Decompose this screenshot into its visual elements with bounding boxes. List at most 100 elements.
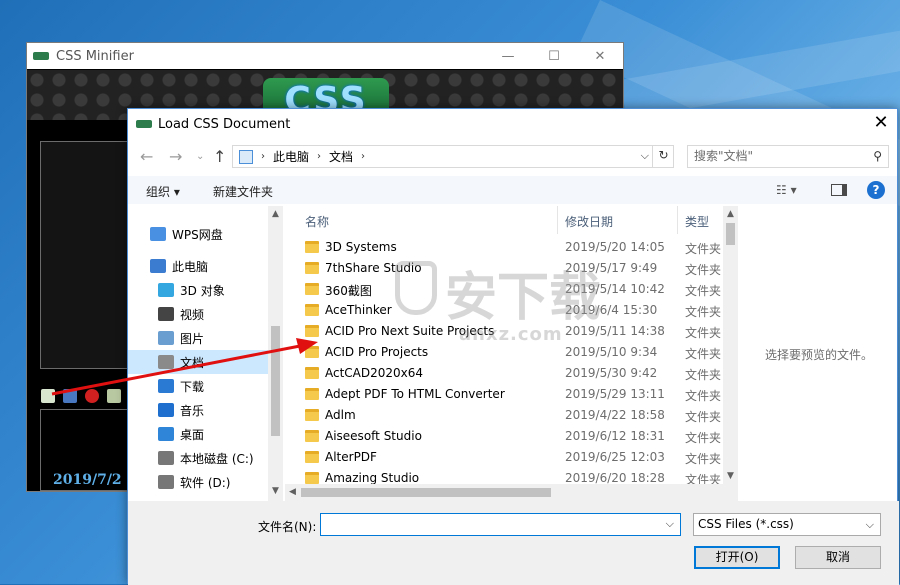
file-row[interactable]: ACID Pro Projects 2019/5/10 9:34 文件夹 xyxy=(285,342,723,363)
cancel-button[interactable]: 取消 xyxy=(795,546,881,569)
folder-icon xyxy=(305,472,319,484)
nav-item[interactable]: 3D 对象 xyxy=(128,278,268,302)
sort-ascending-icon: ^ xyxy=(425,206,434,213)
folder-icon xyxy=(305,241,319,253)
file-type: 文件夹 xyxy=(685,263,722,277)
file-date: 2019/4/22 18:58 xyxy=(565,408,665,422)
nav-item-label: 下载 xyxy=(180,379,205,394)
file-type: 文件夹 xyxy=(685,284,722,298)
search-input[interactable]: 搜索"文档" ⚲ xyxy=(687,145,889,168)
file-date: 2019/5/29 13:11 xyxy=(565,387,665,401)
nav-item[interactable]: 音乐 xyxy=(128,398,268,422)
nav-item[interactable]: 软件 (D:) xyxy=(128,470,268,494)
new-folder-button[interactable]: 新建文件夹 xyxy=(213,183,273,200)
minimize-icon[interactable]: — xyxy=(485,49,531,64)
search-icon[interactable]: ⚲ xyxy=(873,146,882,167)
file-type: 文件夹 xyxy=(685,347,722,361)
forward-arrow-icon[interactable]: → xyxy=(169,147,182,166)
address-bar[interactable]: › 此电脑 › 文档 › ⌵ ↻ xyxy=(232,145,674,168)
file-row[interactable]: 3D Systems 2019/5/20 14:05 文件夹 xyxy=(285,237,723,258)
save-icon[interactable] xyxy=(63,389,77,403)
organize-button[interactable]: 组织 ▾ xyxy=(146,183,180,200)
file-row[interactable]: Adlm 2019/4/22 18:58 文件夹 xyxy=(285,405,723,426)
back-arrow-icon[interactable]: ← xyxy=(140,147,153,166)
file-row[interactable]: AlterPDF 2019/6/25 12:03 文件夹 xyxy=(285,447,723,468)
file-row[interactable]: AceThinker 2019/6/4 15:30 文件夹 xyxy=(285,300,723,321)
file-list-scrollbar[interactable]: ▲ ▼ xyxy=(723,206,738,484)
help-icon[interactable]: ? xyxy=(867,181,885,199)
open-button[interactable]: 打开(O) xyxy=(694,546,780,569)
file-type: 文件夹 xyxy=(685,242,722,256)
dialog-close-icon[interactable]: ✕ xyxy=(871,113,891,133)
recent-chevron-icon[interactable]: ⌄ xyxy=(196,151,204,162)
file-date: 2019/5/20 14:05 xyxy=(565,240,665,254)
file-type: 文件夹 xyxy=(685,431,722,445)
column-date[interactable]: 修改日期 xyxy=(565,213,613,230)
nav-item[interactable]: 此电脑 xyxy=(128,254,268,278)
file-type: 文件夹 xyxy=(685,305,722,319)
export-icon[interactable] xyxy=(107,389,121,403)
file-row[interactable]: ActCAD2020x64 2019/5/30 9:42 文件夹 xyxy=(285,363,723,384)
column-divider[interactable] xyxy=(677,206,678,234)
address-dropdown-icon[interactable]: ⌵ xyxy=(641,149,649,163)
preview-pane-icon[interactable] xyxy=(831,184,847,196)
nav-scroll-thumb[interactable] xyxy=(271,326,280,436)
nav-item[interactable]: 桌面 xyxy=(128,422,268,446)
breadcrumb-documents[interactable]: 文档 xyxy=(329,148,353,165)
dialog-title: Load CSS Document xyxy=(158,116,291,132)
nav-item-label: 软件 (D:) xyxy=(180,475,231,490)
file-date: 2019/6/20 18:28 xyxy=(565,471,665,485)
breadcrumb-separator-icon[interactable]: › xyxy=(261,151,265,162)
column-name[interactable]: 名称 xyxy=(305,213,329,230)
file-type: 文件夹 xyxy=(685,326,722,340)
app-toolbar xyxy=(41,389,121,403)
scroll-down-icon[interactable]: ▼ xyxy=(727,471,734,481)
music-icon xyxy=(158,403,174,417)
nav-item[interactable]: 下载 xyxy=(128,374,268,398)
scroll-up-icon[interactable]: ▲ xyxy=(272,209,279,219)
refresh-icon[interactable]: ↻ xyxy=(652,145,674,168)
file-type-value: CSS Files (*.css) xyxy=(698,517,794,531)
breadcrumb-separator-icon[interactable]: › xyxy=(317,151,321,162)
breadcrumb-separator-icon[interactable]: › xyxy=(361,151,365,162)
file-type-select[interactable]: CSS Files (*.css) ⌵ xyxy=(693,513,881,536)
maximize-icon[interactable]: ☐ xyxy=(531,49,577,64)
file-name: 3D Systems xyxy=(325,240,397,254)
breadcrumb-this-pc[interactable]: 此电脑 xyxy=(273,148,309,165)
scroll-left-icon[interactable]: ◀ xyxy=(289,487,296,497)
folder-icon xyxy=(305,388,319,400)
horizontal-scrollbar[interactable]: ◀ xyxy=(285,484,738,501)
file-row[interactable]: 360截图 2019/5/14 10:42 文件夹 xyxy=(285,279,723,300)
file-row[interactable]: Aiseesoft Studio 2019/6/12 18:31 文件夹 xyxy=(285,426,723,447)
view-options-icon[interactable]: ☷ ▾ xyxy=(776,183,797,197)
up-arrow-icon[interactable]: ↑ xyxy=(213,147,226,166)
delete-icon[interactable] xyxy=(85,389,99,403)
filename-input[interactable]: ⌵ xyxy=(320,513,681,536)
input-panel xyxy=(40,141,130,369)
file-type-dropdown-icon[interactable]: ⌵ xyxy=(866,514,874,535)
file-scroll-thumb[interactable] xyxy=(726,223,735,245)
file-row[interactable]: Adept PDF To HTML Converter 2019/5/29 13:… xyxy=(285,384,723,405)
column-divider[interactable] xyxy=(557,206,558,234)
scroll-up-icon[interactable]: ▲ xyxy=(727,209,734,219)
nav-item[interactable]: 视频 xyxy=(128,302,268,326)
filename-dropdown-icon[interactable]: ⌵ xyxy=(666,517,674,531)
nav-item[interactable]: WPS网盘 xyxy=(128,222,268,246)
nav-item[interactable]: 图片 xyxy=(128,326,268,350)
open-file-icon[interactable] xyxy=(41,389,55,403)
scroll-down-icon[interactable]: ▼ xyxy=(272,486,279,496)
file-date: 2019/5/10 9:34 xyxy=(565,345,658,359)
app-titlebar: CSS Minifier — ☐ ✕ xyxy=(27,43,623,69)
file-name: ActCAD2020x64 xyxy=(325,366,424,380)
nav-scrollbar[interactable]: ▲ ▼ xyxy=(268,206,283,501)
column-type[interactable]: 类型 xyxy=(685,213,709,230)
horizontal-scroll-thumb[interactable] xyxy=(301,488,551,497)
nav-item[interactable]: 文档 xyxy=(128,350,268,374)
file-row[interactable]: ACID Pro Next Suite Projects 2019/5/11 14… xyxy=(285,321,723,342)
file-row[interactable]: 7thShare Studio 2019/5/17 9:49 文件夹 xyxy=(285,258,723,279)
folder-icon xyxy=(305,283,319,295)
navigation-pane: WPS网盘此电脑 3D 对象 视频 图片 文档下载音乐 桌面 本地磁盘 (C:) 软件 (D:… xyxy=(128,206,283,501)
nav-item[interactable]: 本地磁盘 (C:) xyxy=(128,446,268,470)
nav-item-label: 此电脑 xyxy=(172,259,209,274)
close-icon[interactable]: ✕ xyxy=(577,49,623,64)
